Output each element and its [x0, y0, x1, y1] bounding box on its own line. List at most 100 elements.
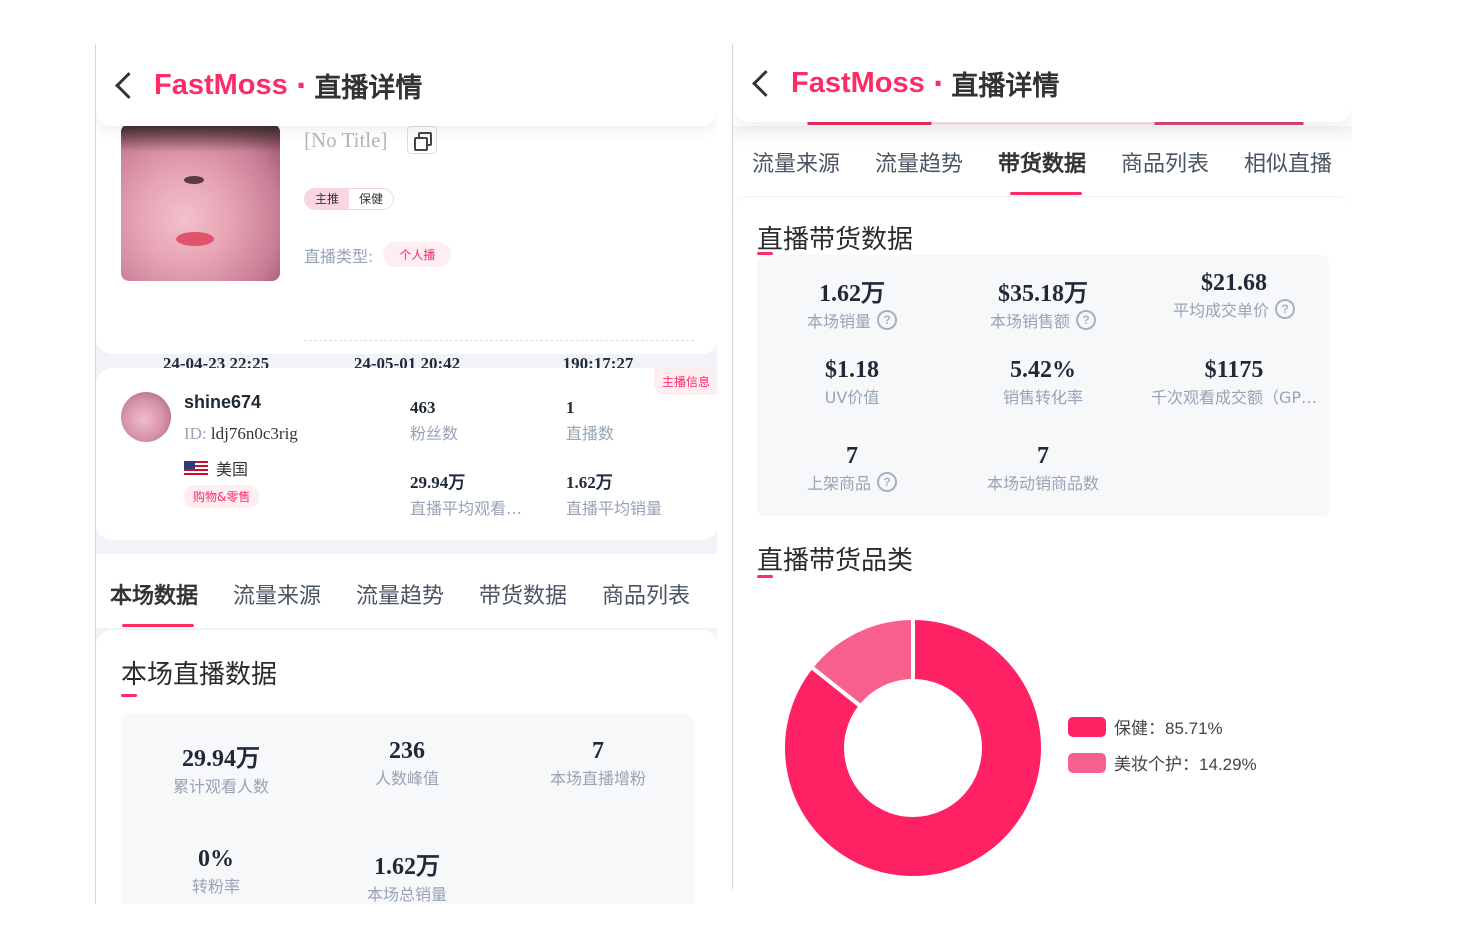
tab-product-list[interactable]: 商品列表	[602, 578, 690, 610]
metric-value: $35.18万	[998, 281, 1088, 307]
metric-sales-amount: $35.18万 本场销售额?	[943, 273, 1143, 332]
metric-label: 上架商品?	[807, 470, 897, 494]
live-type-badge: 个人播	[383, 242, 452, 267]
stat-label: 直播数	[566, 424, 615, 443]
legend-item-beauty[interactable]: 美妆个护：14.29%	[1068, 750, 1257, 775]
metric-label: 销售转化率	[1003, 384, 1083, 408]
anchor-stat-avg-sales: 1.62万 直播平均销量	[566, 468, 662, 519]
tab-traffic-source[interactable]: 流量来源	[233, 578, 321, 610]
tab-traffic-source[interactable]: 流量来源	[752, 146, 840, 178]
metric-peak-viewers: 236 人数峰值	[307, 738, 507, 789]
category-card: 直播带货品类 保健：85.71% 美妆个护：14.29%	[733, 516, 1352, 889]
live-cover-image	[121, 124, 280, 281]
tab-traffic-trend[interactable]: 流量趋势	[356, 578, 444, 610]
metric-label: 本场直播增粉	[550, 765, 646, 789]
title-separator: ·	[295, 68, 307, 102]
stat-value: 1.62万	[566, 473, 613, 492]
help-icon[interactable]: ?	[877, 310, 897, 330]
metric-avg-price: $21.68 平均成交单价?	[1134, 270, 1334, 321]
tab-sales-data[interactable]: 带货数据	[998, 146, 1086, 178]
anchor-info-badge: 主播信息	[653, 368, 717, 395]
back-icon[interactable]	[749, 68, 771, 98]
metric-label-text: 人数峰值	[374, 769, 439, 788]
metric-new-fans: 7 本场直播增粉	[498, 738, 698, 789]
legend-swatch	[1068, 752, 1106, 773]
legend-item-health[interactable]: 保健：85.71%	[1068, 714, 1223, 739]
metric-value: 5.42%	[1010, 357, 1076, 383]
right-panel: FastMoss · 直播详情 流量来源 流量趋势 带货数据 商品列表 相似直播…	[732, 44, 1352, 889]
back-icon[interactable]	[112, 70, 134, 100]
metric-sales-volume: 1.62万 本场销量?	[752, 273, 952, 332]
metric-value: 7	[592, 738, 604, 764]
page-title: 直播详情	[951, 70, 1060, 102]
metric-label: 累计观看人数	[173, 773, 269, 797]
anchor-id: ID: ldj76n0c3rig	[184, 424, 298, 444]
anchor-stat-lives: 1 直播数	[566, 398, 614, 444]
anchor-stat-fans: 463 粉丝数	[410, 398, 458, 444]
metric-fan-conversion: 0% 转粉率	[116, 846, 316, 897]
stat-value: 29.94万	[410, 473, 466, 492]
metric-label: 千次观看成交额（GP…	[1151, 384, 1317, 408]
metric-value: $1.18	[825, 357, 879, 383]
metric-label-text: 本场销量	[806, 312, 871, 331]
metric-total-sales: 1.62万 本场总销量	[307, 846, 507, 904]
anchor-country: 美国	[184, 456, 248, 480]
metric-label-text: 销售转化率	[1002, 388, 1083, 407]
tab-session-data[interactable]: 本场数据	[110, 578, 198, 610]
metric-label-text: 本场总销量	[366, 885, 447, 904]
metric-label: 本场动销商品数	[987, 470, 1099, 494]
help-icon[interactable]: ?	[1076, 310, 1096, 330]
us-flag-icon	[184, 461, 208, 475]
tab-traffic-trend[interactable]: 流量趋势	[875, 146, 963, 178]
brand-name: FastMoss	[154, 68, 288, 101]
tab-similar-lives[interactable]: 相似直播	[1244, 146, 1332, 178]
metric-conversion-rate: 5.42% 销售转化率	[943, 357, 1143, 408]
help-icon[interactable]: ?	[877, 472, 897, 492]
help-icon[interactable]: ?	[1275, 299, 1295, 319]
brand-name: FastMoss	[791, 66, 925, 99]
anchor-stat-avg-views: 29.94万 直播平均观看…	[410, 468, 522, 519]
tab-sales-data[interactable]: 带货数据	[479, 578, 567, 610]
section-title-underline	[757, 575, 773, 578]
metric-value: 7	[846, 443, 858, 469]
legend-label: 美妆个护：14.29%	[1114, 755, 1257, 774]
stat-label: 粉丝数	[410, 424, 459, 443]
active-tab-indicator	[1010, 192, 1082, 195]
country-name: 美国	[216, 460, 249, 479]
session-data-card: 本场直播数据 29.94万 累计观看人数 236 人数峰值 7 本场直播增粉 0…	[96, 630, 717, 904]
metric-value: 7	[1037, 443, 1049, 469]
metric-label-text: 上架商品	[806, 474, 871, 493]
anchor-avatar[interactable]	[121, 392, 171, 442]
app-header: FastMoss · 直播详情	[96, 44, 717, 126]
metric-label: 本场总销量	[367, 881, 447, 904]
tab-product-list[interactable]: 商品列表	[1121, 146, 1209, 178]
metric-label-text: UV价值	[824, 388, 880, 407]
metric-label-text: 千次观看成交额（GP…	[1150, 388, 1318, 407]
sales-data-card: 直播带货数据 1.62万 本场销量? $35.18万 本场销售额? $21.68…	[733, 196, 1352, 517]
stat-value: 463	[410, 398, 436, 417]
divider	[304, 340, 694, 341]
legend-swatch	[1068, 716, 1106, 737]
metric-moving-products: 7 本场动销商品数	[943, 443, 1143, 494]
session-metrics-box: 29.94万 累计观看人数 236 人数峰值 7 本场直播增粉 0% 转粉率 1…	[121, 714, 694, 904]
copy-icon[interactable]	[407, 126, 437, 154]
metric-label-text: 转粉率	[191, 877, 240, 896]
section-title: 直播带货品类	[757, 546, 914, 576]
metric-label-text: 本场销售额	[989, 312, 1070, 331]
metric-label: 平均成交单价?	[1173, 297, 1295, 321]
stat-label: 直播平均销量	[566, 499, 663, 518]
section-title: 直播带货数据	[757, 225, 914, 255]
anchor-category-badge: 购物&零售	[184, 485, 260, 508]
left-tab-bar: 本场数据 流量来源 流量趋势 带货数据 商品列表	[96, 554, 717, 628]
anchor-card[interactable]: 主播信息 shine674 ID: ldj76n0c3rig 美国 购物&零售 …	[96, 368, 717, 540]
category-donut-chart	[781, 615, 1045, 880]
anchor-name[interactable]: shine674	[184, 392, 261, 413]
metric-value: 1.62万	[374, 854, 440, 880]
metric-gpm: $1175 千次观看成交额（GP…	[1134, 357, 1334, 408]
live-title: [No Title]	[304, 128, 388, 152]
active-tab-indicator	[122, 624, 194, 627]
metric-value: 236	[389, 738, 425, 764]
cover-lips-detail	[176, 232, 214, 246]
stat-label: 直播平均观看…	[410, 499, 523, 518]
title-separator: ·	[932, 66, 944, 100]
